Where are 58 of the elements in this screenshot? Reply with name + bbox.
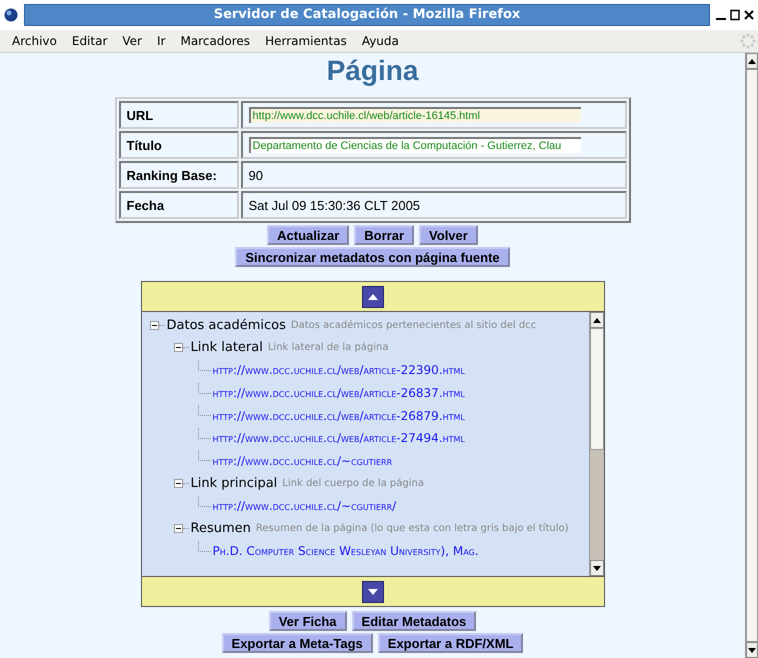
up-arrow-icon[interactable] — [592, 318, 600, 322]
close-icon[interactable] — [744, 9, 754, 21]
action-button[interactable]: Sincronizar metadatos con página fuente — [235, 247, 510, 267]
scrollbar[interactable] — [588, 312, 604, 576]
up-arrow-icon[interactable] — [748, 58, 756, 64]
down-arrow-icon[interactable] — [592, 566, 600, 570]
node-description: Link del cuerpo de la página — [282, 478, 424, 489]
tree-link[interactable]: http://www.dcc.uchile.cl/~cgutierr/ — [212, 499, 396, 514]
tree-link[interactable]: http://www.dcc.uchile.cl/web/article-26837.html — [212, 386, 465, 400]
collapse-icon[interactable] — [174, 524, 182, 534]
tree-node-label[interactable]: Link principal — [190, 476, 278, 491]
action-button[interactable]: Actualizar — [267, 225, 350, 245]
field-label: Ranking Base: — [126, 168, 217, 182]
menu-item[interactable]: Herramientas — [265, 34, 347, 48]
tree-link[interactable]: http://www.dcc.uchile.cl/web/article-27494.html — [212, 431, 465, 446]
menu-item[interactable]: Archivo — [12, 34, 57, 48]
action-button[interactable]: Ver Ficha — [268, 611, 347, 631]
menu-item[interactable]: Ayuda — [362, 34, 399, 48]
field-label: Título — [126, 138, 162, 152]
input-field[interactable]: http://www.dcc.uchile.cl/web/article-16145.html — [248, 107, 580, 123]
node-description: Link lateral de la página — [268, 342, 389, 354]
scroll-up-button[interactable] — [362, 286, 384, 308]
menu-item[interactable]: Ir — [156, 34, 166, 48]
field-label: Fecha — [126, 198, 164, 212]
tree-link[interactable]: http://www.dcc.uchile.cl/web/article-26879.html — [212, 408, 465, 423]
action-button[interactable]: Exportar a RDF/XML — [378, 633, 524, 653]
action-button[interactable]: Exportar a Meta-Tags — [222, 633, 373, 653]
down-arrow-icon[interactable] — [748, 648, 756, 652]
action-button[interactable]: Editar Metadatos — [352, 611, 476, 631]
tree-node-label[interactable]: Datos académicos — [166, 318, 286, 333]
page-heading: Página — [326, 55, 418, 87]
field-value: 90 — [248, 168, 263, 182]
menu-item[interactable]: Editar — [72, 34, 108, 48]
collapse-icon[interactable] — [174, 478, 182, 488]
tree-node-label[interactable]: Link lateral — [190, 340, 263, 356]
throbber-icon — [740, 33, 756, 49]
tree-link[interactable]: Ph.D. Computer Science Wesleyan University), Mag. — [212, 544, 479, 558]
maximize-icon[interactable] — [730, 9, 740, 21]
page-scrollbar[interactable] — [745, 53, 758, 658]
action-button[interactable]: Borrar — [354, 225, 414, 245]
menu-item[interactable]: Marcadores — [180, 34, 250, 48]
input-field[interactable]: Departamento de Ciencias de la Computación - Gutierrez, Clau — [248, 137, 580, 153]
down-triangle-icon — [368, 588, 378, 596]
tree-node-label[interactable]: Resumen — [190, 521, 251, 536]
up-triangle-icon — [368, 292, 378, 300]
menu-item[interactable]: Ver — [122, 34, 142, 48]
collapse-icon[interactable] — [150, 320, 158, 330]
node-description: Datos académicos pertenecientes al sitio del dcc — [290, 320, 536, 331]
globe-icon — [4, 8, 18, 22]
tree-link[interactable]: http://www.dcc.uchile.cl/~cgutierr — [212, 454, 392, 468]
node-description: Resumen de la página (lo que esta con letra gris bajo el título) — [256, 523, 569, 534]
window-title: Servidor de Catalogación - Mozilla Firefox — [24, 4, 710, 26]
collapse-icon[interactable] — [174, 343, 182, 352]
field-label: URL — [126, 108, 154, 122]
tree-link[interactable]: http://www.dcc.uchile.cl/web/article-22390.html — [212, 363, 465, 378]
field-value: Sat Jul 09 15:30:36 CLT 2005 — [248, 198, 420, 212]
action-button[interactable]: Volver — [419, 225, 478, 245]
scroll-down-button[interactable] — [362, 580, 384, 602]
